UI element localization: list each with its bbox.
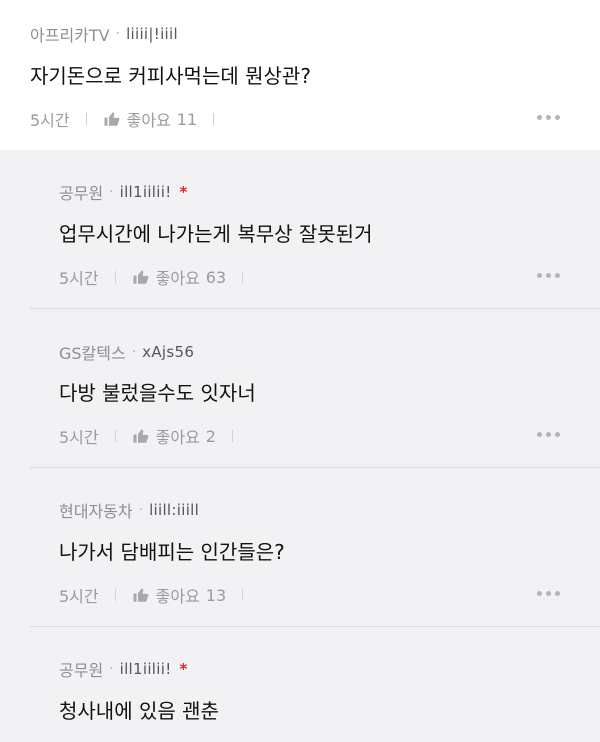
nickname: ill1iilii! — [119, 183, 172, 201]
verified-mark: * — [179, 183, 188, 201]
separator-dot: · — [109, 184, 114, 200]
like-label: 좋아요 — [126, 111, 171, 130]
reply-actions: 5시간 좋아요 2 — [59, 424, 249, 448]
more-dots-icon[interactable] — [537, 270, 560, 280]
more-dots-icon[interactable] — [537, 429, 560, 439]
separator-dot: · — [109, 661, 114, 677]
like-count: 2 — [205, 426, 216, 446]
nickname: liiii|!iiil — [126, 25, 178, 43]
company-name: 공무원 — [59, 661, 104, 680]
comment-actions: 5시간 좋아요 11 — [30, 107, 230, 131]
timestamp: 5시간 — [59, 587, 99, 606]
like-label: 좋아요 — [155, 269, 200, 288]
like-count: 13 — [205, 585, 227, 605]
reply-list: 공무원 · ill1iilii! * 업무시간에 나가는게 복무상 잘못된거 5… — [0, 150, 600, 742]
reply-item: GS칼텍스 · xAjs56 다방 불렀을수도 잇자너 5시간 좋아요 2 — [0, 309, 600, 468]
like-label: 좋아요 — [155, 587, 200, 606]
like-button[interactable]: 좋아요 2 — [132, 424, 216, 448]
like-count: 11 — [176, 109, 198, 129]
like-button[interactable]: 좋아요 13 — [132, 583, 227, 607]
like-button[interactable]: 좋아요 63 — [132, 265, 227, 289]
timestamp: 5시간 — [59, 269, 99, 288]
reply-item: 현대자동차 · liill:iiill 나가서 담배피는 인간들은? 5시간 좋… — [0, 468, 600, 627]
reply-text: 다방 불렀을수도 잇자너 — [59, 381, 256, 405]
divider — [114, 430, 116, 442]
divider — [85, 113, 87, 125]
like-label: 좋아요 — [155, 428, 200, 447]
company-name: 공무원 — [59, 184, 104, 203]
company-name: 현대자동차 — [59, 502, 133, 521]
nickname: ill1iilii! — [119, 660, 172, 678]
divider — [213, 113, 215, 125]
reply-author[interactable]: GS칼텍스 · xAjs56 — [59, 340, 194, 364]
divider — [242, 589, 244, 601]
reply-actions: 5시간 좋아요 63 — [59, 265, 259, 289]
divider — [114, 589, 116, 601]
reply-actions: 5시간 좋아요 13 — [59, 583, 259, 607]
thumbs-up-icon — [103, 110, 121, 128]
separator-dot: · — [115, 26, 121, 42]
separator-dot: · — [131, 344, 137, 360]
reply-author[interactable]: 공무원 · ill1iilii! * — [59, 657, 187, 681]
reply-item: 공무원 · ill1iilii! * 청사내에 있음 괜춘 — [0, 627, 600, 742]
thumbs-up-icon — [132, 586, 150, 604]
reply-author[interactable]: 공무원 · ill1iilii! * — [59, 180, 187, 204]
comment-author[interactable]: 아프리카TV · liiii|!iiil — [30, 22, 178, 46]
reply-text: 업무시간에 나가는게 복무상 잘못된거 — [59, 222, 373, 246]
like-button[interactable]: 좋아요 11 — [103, 107, 198, 131]
comment-text: 자기돈으로 커피사먹는데 뭔상관? — [30, 64, 311, 88]
company-name: GS칼텍스 — [59, 344, 126, 363]
nickname: xAjs56 — [142, 343, 195, 361]
reply-item: 공무원 · ill1iilii! * 업무시간에 나가는게 복무상 잘못된거 5… — [0, 150, 600, 309]
nickname: liill:iiill — [149, 501, 200, 519]
more-dots-icon[interactable] — [537, 112, 560, 122]
divider — [114, 271, 116, 283]
verified-mark: * — [179, 660, 188, 678]
reply-text: 청사내에 있음 괜춘 — [59, 699, 219, 723]
reply-author[interactable]: 현대자동차 · liill:iiill — [59, 498, 199, 522]
company-name: 아프리카TV — [30, 26, 110, 45]
thumbs-up-icon — [132, 268, 150, 286]
divider — [242, 271, 244, 283]
main-comment: 아프리카TV · liiii|!iiil 자기돈으로 커피사먹는데 뭔상관? 5… — [0, 0, 600, 150]
more-dots-icon[interactable] — [537, 588, 560, 598]
thumbs-up-icon — [132, 427, 150, 445]
divider — [231, 430, 233, 442]
timestamp: 5시간 — [30, 111, 70, 130]
separator-dot: · — [138, 502, 144, 518]
reply-text: 나가서 담배피는 인간들은? — [59, 540, 285, 564]
timestamp: 5시간 — [59, 428, 99, 447]
like-count: 63 — [205, 267, 227, 287]
